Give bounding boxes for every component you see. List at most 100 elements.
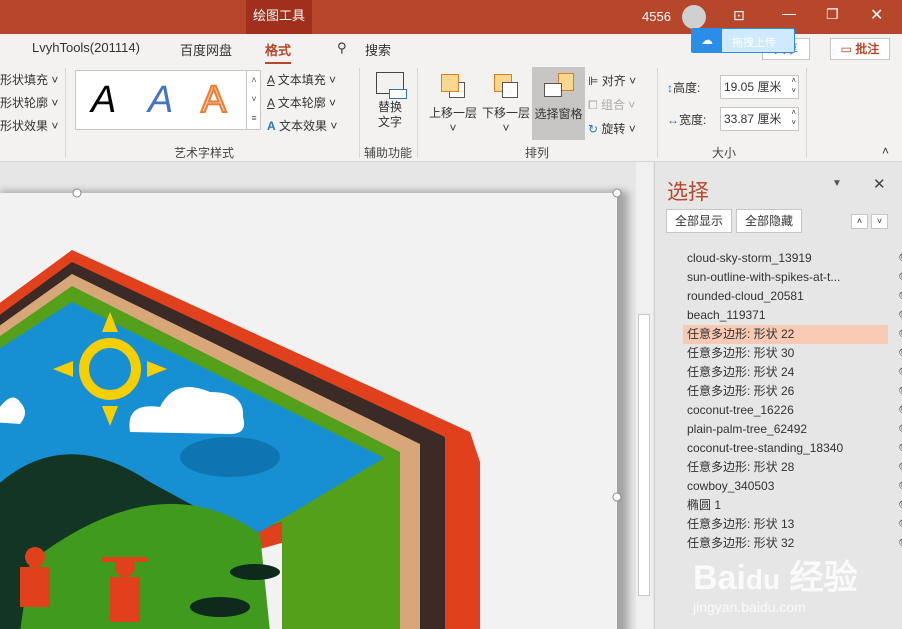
list-item[interactable]: 任意多边形: 形状 24 👁 xyxy=(683,363,902,382)
wordart-gallery[interactable]: A A A ˄ ˅ ≡ xyxy=(75,70,261,130)
rotate-menu[interactable]: ↻ 旋转 ˅ xyxy=(588,120,636,137)
pane-options-icon[interactable]: ▼ xyxy=(832,178,842,189)
eye-icon[interactable]: 👁 xyxy=(898,268,902,287)
list-item[interactable]: cowboy_340503 👁 xyxy=(683,477,902,496)
list-item[interactable]: 任意多边形: 形状 22 👁 xyxy=(683,325,902,344)
label: 文本填充 xyxy=(277,73,326,87)
tab-search[interactable]: 搜索 xyxy=(365,40,391,59)
hide-all-button[interactable]: 全部隐藏 xyxy=(736,209,802,233)
list-item[interactable]: 椭圆 1 👁 xyxy=(683,496,902,515)
selection-pane-button[interactable]: 选择窗格 xyxy=(532,67,585,140)
label: 选择窗格 xyxy=(534,107,583,121)
list-item[interactable]: beach_119371 👁 xyxy=(683,306,902,325)
eye-icon[interactable]: 👁 xyxy=(898,496,902,515)
show-all-button[interactable]: 全部显示 xyxy=(666,209,732,233)
wordart-sample-blue[interactable]: A xyxy=(148,79,173,122)
eye-icon[interactable]: 👁 xyxy=(898,287,902,306)
minimize-button[interactable]: — xyxy=(782,5,796,21)
eye-icon[interactable]: 👁 xyxy=(898,420,902,439)
move-up-button[interactable]: ˄ xyxy=(851,214,868,229)
slide-illustration[interactable] xyxy=(0,162,636,629)
eye-icon[interactable]: 👁 xyxy=(898,401,902,420)
ribbon-display-icon[interactable]: ⊡ xyxy=(733,7,745,24)
list-item[interactable]: plain-palm-tree_62492 👁 xyxy=(683,420,902,439)
baidu-watermark: Baidu 经验 jingyan.baidu.com xyxy=(693,559,858,615)
text-outline-menu[interactable]: A 文本轮廓 ˅ xyxy=(267,94,336,111)
comment-button[interactable]: ▭ 批注 xyxy=(830,38,890,60)
eye-icon[interactable]: 👁 xyxy=(898,306,902,325)
height-input[interactable]: 19.05 厘米 ˄ ˅ xyxy=(720,75,799,99)
item-label: rounded-cloud_20581 xyxy=(687,289,804,303)
scroll-thumb[interactable] xyxy=(638,314,650,596)
move-down-button[interactable]: ˅ xyxy=(871,214,888,229)
pane-title: 选择 xyxy=(667,181,709,204)
eye-icon[interactable]: 👁 xyxy=(898,325,902,344)
text-fill-menu[interactable]: A 文本填充 ˅ xyxy=(267,71,336,88)
item-label: 任意多边形: 形状 22 xyxy=(687,327,795,341)
label: 下移一层 xyxy=(481,106,530,120)
list-item[interactable]: rounded-cloud_20581 👁 xyxy=(683,287,902,306)
wordart-sample-black[interactable]: A xyxy=(91,79,116,122)
ribbon: 形状填充 ˅ 形状轮廓 ˅ 形状效果 ˅ A A A ˄ ˅ ≡ A 文本填充 ˅ … xyxy=(0,64,902,162)
eye-icon[interactable]: 👁 xyxy=(898,477,902,496)
text-effects-menu[interactable]: A 文本效果 ˅ xyxy=(267,117,337,134)
list-item[interactable]: coconut-tree_16226 👁 xyxy=(683,401,902,420)
group-menu[interactable]: ⧠ 组合 ˅ xyxy=(588,96,635,113)
avatar[interactable] xyxy=(682,5,706,29)
label: 形状轮廓 xyxy=(0,96,49,110)
tab-format[interactable]: 格式 xyxy=(265,40,292,64)
eye-icon[interactable]: 👁 xyxy=(898,344,902,363)
wordart-sample-orange[interactable]: A xyxy=(200,78,227,122)
eye-icon[interactable]: 👁 xyxy=(898,534,902,553)
label: 文本轮廓 xyxy=(277,96,326,110)
shape-effects-menu[interactable]: 形状效果 ˅ xyxy=(0,117,58,134)
eye-icon[interactable]: 👁 xyxy=(898,382,902,401)
bring-forward-icon xyxy=(438,72,468,102)
alt-text-icon xyxy=(376,72,407,99)
list-item[interactable]: 任意多边形: 形状 26 👁 xyxy=(683,382,902,401)
restore-button[interactable]: ❐ xyxy=(826,6,839,23)
slide-canvas[interactable] xyxy=(0,162,636,629)
close-button[interactable]: ✕ xyxy=(870,5,883,25)
pane-close-button[interactable]: ✕ xyxy=(873,175,886,193)
shape-fill-menu[interactable]: 形状填充 ˅ xyxy=(0,71,58,88)
item-label: 任意多边形: 形状 30 xyxy=(687,346,795,360)
vertical-scrollbar[interactable] xyxy=(636,162,653,629)
send-backward-button[interactable]: 下移一层 ˅ xyxy=(480,72,532,135)
upload-label: 拖拽上传 xyxy=(732,37,776,49)
shape-outline-menu[interactable]: 形状轮廓 ˅ xyxy=(0,94,58,111)
align-menu[interactable]: ⊫ 对齐 ˅ xyxy=(588,72,636,89)
label: 文本效果 xyxy=(279,119,328,133)
baidu-cloud-icon: ☁ xyxy=(692,29,722,52)
item-label: plain-palm-tree_62492 xyxy=(687,422,808,436)
item-label: 椭圆 1 xyxy=(687,498,722,512)
gallery-scroll[interactable]: ˄ ˅ ≡ xyxy=(246,71,261,129)
item-label: 任意多边形: 形状 24 xyxy=(687,365,795,379)
search-icon[interactable]: ⚲ xyxy=(337,40,347,56)
alt-text-button[interactable]: 替换文字 xyxy=(370,72,410,134)
list-item[interactable]: coconut-tree-standing_18340 👁 xyxy=(683,439,902,458)
list-item[interactable]: cloud-sky-storm_13919 👁 xyxy=(683,249,902,268)
width-input[interactable]: 33.87 厘米 ˄ ˅ xyxy=(720,107,799,131)
list-item[interactable]: 任意多边形: 形状 13 👁 xyxy=(683,515,902,534)
list-item[interactable]: sun-outline-with-spikes-at-t... 👁 xyxy=(683,268,902,287)
list-item[interactable]: 任意多边形: 形状 30 👁 xyxy=(683,344,902,363)
eye-icon[interactable]: 👁 xyxy=(898,458,902,477)
label: 形状填充 xyxy=(0,73,49,87)
label: 替换文字 xyxy=(377,100,402,129)
eye-icon[interactable]: 👁 xyxy=(898,515,902,534)
tab-lvyhtools[interactable]: LvyhTools(201114) xyxy=(32,40,140,55)
collapse-ribbon-icon[interactable]: ˄ xyxy=(882,144,889,158)
eye-icon[interactable]: 👁 xyxy=(898,439,902,458)
drawing-tools-tab[interactable]: 绘图工具 xyxy=(246,0,312,34)
height-label: ↕高度: xyxy=(667,81,701,95)
eye-icon[interactable]: 👁 xyxy=(898,363,902,382)
selection-pane-icon xyxy=(542,71,576,103)
comment-label: 批注 xyxy=(855,42,880,56)
list-item[interactable]: 任意多边形: 形状 28 👁 xyxy=(683,458,902,477)
baidu-upload-float[interactable]: ☁ 拖拽上传 xyxy=(691,28,795,53)
item-label: 任意多边形: 形状 28 xyxy=(687,460,795,474)
bring-forward-button[interactable]: 上移一层 ˅ xyxy=(428,72,478,135)
tab-baidu-netdisk[interactable]: 百度网盘 xyxy=(180,40,232,59)
eye-icon[interactable]: 👁 xyxy=(898,249,902,268)
